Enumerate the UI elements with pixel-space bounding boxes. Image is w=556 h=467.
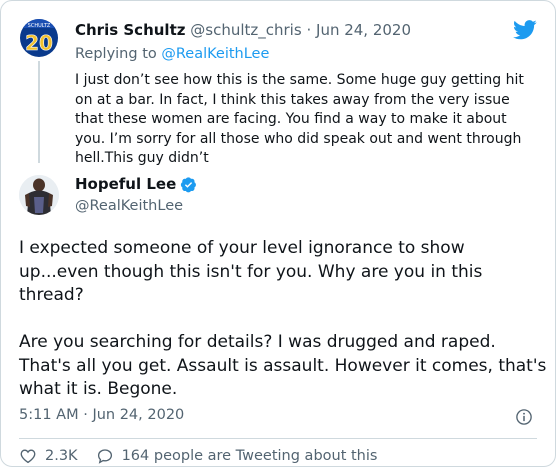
parent-avatar[interactable]: SCHULTZ 20 bbox=[20, 19, 58, 57]
main-avatar[interactable] bbox=[19, 175, 59, 215]
tweet-actions-bar: 2.3K 164 people are Tweeting about this bbox=[19, 447, 395, 465]
replying-to-line: Replying to @RealKeithLee bbox=[75, 46, 269, 62]
tweet-date[interactable]: Jun 24, 2020 bbox=[92, 407, 184, 423]
parent-author-handle[interactable]: @schultz_chris bbox=[190, 21, 301, 39]
parent-date[interactable]: Jun 24, 2020 bbox=[316, 21, 411, 39]
parent-separator: · bbox=[306, 21, 312, 39]
parent-tweet-text: I just don’t see how this is the same. S… bbox=[75, 72, 524, 166]
main-author-name[interactable]: Hopeful Lee bbox=[75, 175, 176, 193]
like-button[interactable]: 2.3K bbox=[19, 447, 78, 465]
thread-connector bbox=[38, 61, 40, 163]
replying-to-mention[interactable]: @RealKeithLee bbox=[161, 46, 269, 62]
like-count: 2.3K bbox=[45, 448, 78, 464]
tweet-time[interactable]: 5:11 AM bbox=[19, 407, 79, 423]
main-author-handle[interactable]: @RealKeithLee bbox=[75, 198, 183, 214]
replying-to-label: Replying to bbox=[75, 46, 157, 62]
twitter-logo-icon[interactable] bbox=[513, 20, 537, 40]
main-tweet-text: I expected someone of your level ignoran… bbox=[19, 238, 547, 399]
verified-badge-icon bbox=[181, 176, 197, 192]
jersey-number-text: 20 bbox=[25, 31, 53, 55]
comments-label: 164 people are Tweeting about this bbox=[121, 448, 378, 464]
main-author-row: Hopeful Lee bbox=[75, 175, 197, 193]
comment-icon bbox=[97, 449, 112, 464]
parent-author-name[interactable]: Chris Schultz bbox=[75, 21, 185, 39]
heart-icon bbox=[20, 449, 36, 464]
tweet-timestamp[interactable]: 5:11 AM · Jun 24, 2020 bbox=[19, 407, 184, 423]
tweet-embed-card: SCHULTZ 20 Chris Schultz @schultz_chris … bbox=[0, 0, 556, 467]
timestamp-separator: · bbox=[83, 407, 88, 423]
parent-tweet-header: Chris Schultz @schultz_chris · Jun 24, 2… bbox=[75, 21, 411, 39]
info-icon[interactable] bbox=[515, 408, 533, 426]
comments-button[interactable]: 164 people are Tweeting about this bbox=[96, 447, 378, 465]
actions-divider bbox=[19, 438, 537, 439]
jersey-name-text: SCHULTZ bbox=[28, 23, 51, 29]
